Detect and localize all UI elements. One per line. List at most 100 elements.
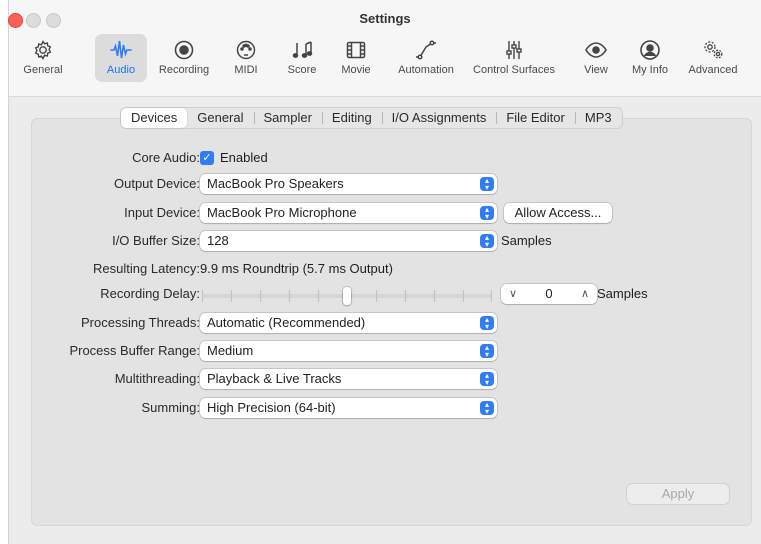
process-buffer-label: Process Buffer Range: (69, 343, 200, 358)
toolbar-label: View (584, 64, 608, 76)
processing-threads-popup[interactable]: Automatic (Recommended) ▴ ▾ (200, 313, 497, 333)
core-audio-row: Core Audio: ✓ Enabled (9, 147, 761, 169)
summing-popup[interactable]: High Precision (64-bit) ▴ ▾ (200, 398, 497, 418)
tab-bar: Devices General Sampler Editing I/O Assi… (120, 107, 623, 129)
core-audio-label: Core Audio: (132, 150, 200, 165)
io-buffer-row: I/O Buffer Size: 128 ▴ ▾ Samples (9, 230, 761, 252)
waveform-icon (95, 38, 147, 64)
gear-icon (17, 38, 69, 64)
allow-access-button[interactable]: Allow Access... (504, 203, 612, 223)
toolbar-item-movie[interactable]: Movie (334, 34, 378, 82)
chevron-updown-icon: ▴ ▾ (480, 234, 494, 249)
summing-label: Summing: (141, 400, 200, 415)
toolbar-item-automation[interactable]: Automation (393, 34, 459, 82)
summing-row: Summing: High Precision (64-bit) ▴ ▾ (9, 397, 761, 419)
slider-tick (260, 290, 261, 302)
toolbar-item-view[interactable]: View (574, 34, 618, 82)
tab-io-assignments[interactable]: I/O Assignments (381, 108, 497, 128)
input-device-value: MacBook Pro Microphone (207, 205, 357, 220)
settings-toolbar: General Audio Recording MIDI Score Movie (9, 34, 761, 86)
toolbar-label: MIDI (234, 64, 258, 76)
processing-threads-row: Processing Threads: Automatic (Recommend… (9, 312, 761, 334)
io-buffer-label: I/O Buffer Size: (112, 233, 200, 248)
processing-threads-value: Automatic (Recommended) (207, 315, 366, 330)
recording-delay-unit: Samples (597, 286, 648, 301)
toolbar-item-recording[interactable]: Recording (152, 34, 216, 82)
window-title: Settings (359, 11, 411, 26)
slider-tick (289, 290, 290, 302)
toolbar-label: Audio (106, 64, 136, 76)
chevron-updown-icon: ▴ ▾ (480, 177, 494, 192)
chevron-updown-icon: ▴ ▾ (480, 372, 494, 387)
film-icon (334, 38, 378, 64)
person-icon (623, 38, 677, 64)
multithreading-popup[interactable]: Playback & Live Tracks ▴ ▾ (200, 369, 497, 389)
core-audio-value[interactable]: Enabled (220, 147, 268, 169)
latency-row: Resulting Latency: 9.9 ms Roundtrip (5.7… (9, 258, 761, 280)
faders-icon (464, 38, 564, 64)
process-buffer-value: Medium (207, 343, 254, 358)
toolbar-item-control-surfaces[interactable]: Control Surfaces (464, 34, 564, 82)
slider-tick (434, 290, 435, 302)
core-audio-checkbox[interactable]: ✓ (200, 151, 214, 165)
slider-tick (405, 290, 406, 302)
apply-button[interactable]: Apply (627, 484, 729, 504)
slider-knob[interactable] (343, 287, 351, 305)
processing-threads-label: Processing Threads: (81, 315, 200, 330)
tab-general[interactable]: General (187, 108, 253, 128)
input-device-row: Input Device: MacBook Pro Microphone ▴ ▾ … (9, 202, 761, 224)
input-device-popup[interactable]: MacBook Pro Microphone ▴ ▾ (200, 203, 497, 223)
toolbar-item-score[interactable]: Score (280, 34, 324, 82)
tab-editing[interactable]: Editing (321, 108, 382, 128)
toolbar-item-midi[interactable]: MIDI (224, 34, 268, 82)
output-device-popup[interactable]: MacBook Pro Speakers ▴ ▾ (200, 174, 497, 194)
chevron-up-icon[interactable]: ∧ (575, 284, 595, 304)
toolbar-item-audio[interactable]: Audio (95, 34, 147, 82)
multithreading-row: Multithreading: Playback & Live Tracks ▴… (9, 368, 761, 390)
toolbar-label: Automation (398, 64, 454, 76)
tab-sampler[interactable]: Sampler (253, 108, 322, 128)
chevron-updown-icon: ▴ ▾ (480, 206, 494, 221)
recording-delay-slider[interactable] (202, 287, 492, 305)
toolbar-label: Score (287, 64, 317, 76)
latency-value: 9.9 ms Roundtrip (5.7 ms Output) (200, 261, 393, 276)
process-buffer-popup[interactable]: Medium ▴ ▾ (200, 341, 497, 361)
settings-window: Settings General Audio Recording MIDI Sc… (8, 0, 761, 544)
chevron-updown-icon: ▴ ▾ (480, 401, 494, 416)
output-device-label: Output Device: (114, 176, 200, 191)
titlebar: Settings General Audio Recording MIDI Sc… (8, 0, 761, 97)
output-device-row: Output Device: MacBook Pro Speakers ▴ ▾ (9, 173, 761, 195)
toolbar-item-my-info[interactable]: My Info (623, 34, 677, 82)
tab-file-editor[interactable]: File Editor (496, 108, 575, 128)
tab-mp3[interactable]: MP3 (574, 108, 622, 128)
toolbar-label: My Info (631, 64, 669, 76)
summing-value: High Precision (64-bit) (207, 400, 336, 415)
gears-icon (682, 38, 744, 64)
midi-port-icon (224, 38, 268, 64)
io-buffer-unit: Samples (501, 233, 552, 248)
multithreading-label: Multithreading: (114, 371, 200, 386)
toolbar-label: Movie (341, 64, 371, 76)
process-buffer-row: Process Buffer Range: Medium ▴ ▾ (9, 340, 761, 362)
music-notes-icon (280, 38, 324, 64)
recording-delay-value[interactable]: 0 (523, 284, 575, 304)
chevron-down-icon[interactable]: ∨ (503, 284, 523, 304)
toolbar-label: General (23, 64, 63, 76)
recording-delay-label: Recording Delay: (100, 286, 200, 301)
slider-tick (491, 290, 492, 302)
io-buffer-value: 128 (207, 233, 229, 248)
slider-tick (318, 290, 319, 302)
recording-delay-stepper[interactable]: ∨ 0 ∧ (501, 284, 597, 304)
output-device-value: MacBook Pro Speakers (207, 176, 344, 191)
input-device-label: Input Device: (124, 205, 200, 220)
multithreading-value: Playback & Live Tracks (207, 371, 342, 386)
tab-devices[interactable]: Devices (121, 108, 188, 128)
toolbar-label: Control Surfaces (473, 64, 555, 76)
toolbar-item-general[interactable]: General (17, 34, 69, 82)
slider-tick (376, 290, 377, 302)
toolbar-item-advanced[interactable]: Advanced (682, 34, 744, 82)
slider-tick (202, 290, 203, 302)
io-buffer-popup[interactable]: 128 ▴ ▾ (200, 231, 497, 251)
chevron-updown-icon: ▴ ▾ (480, 316, 494, 331)
slider-tick (231, 290, 232, 302)
